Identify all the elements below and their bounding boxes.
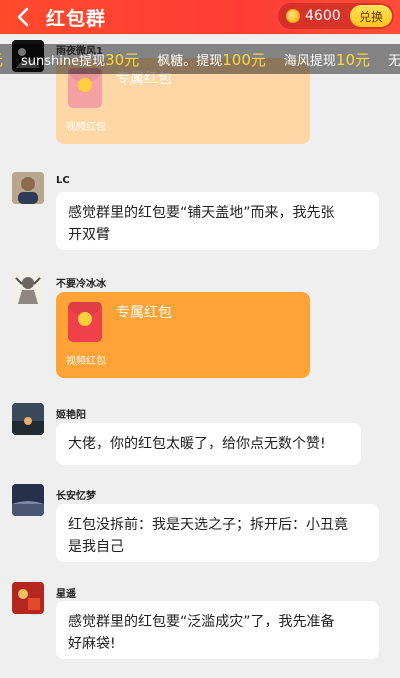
- sender-name: 姬艳阳: [56, 410, 86, 421]
- coin-icon: [286, 9, 300, 23]
- message-text: 好麻袋!: [68, 636, 116, 652]
- message-text: 是我自己: [68, 539, 124, 555]
- message-bubble: 感觉群里的红包要“泛滥成灾”了，我先准备 好麻袋!: [56, 601, 379, 659]
- red-packet-title: 专属红包: [116, 305, 172, 321]
- top-bar: 红包群 4600 兑换: [0, 0, 400, 34]
- sender-name: 星遥: [56, 589, 76, 600]
- red-envelope-icon: [68, 302, 102, 342]
- avatar[interactable]: [12, 582, 44, 614]
- coin-balance: 4600 兑换: [278, 3, 394, 29]
- chevron-left-icon: [17, 7, 29, 27]
- message-text: 感觉群里的红包要“铺天盖地”而来，我先张: [68, 205, 335, 221]
- message-text: 大佬，你的红包太暖了，给你点无数个赞!: [68, 436, 326, 452]
- sender-name: 长安忆梦: [56, 491, 96, 502]
- avatar[interactable]: [12, 272, 44, 304]
- avatar[interactable]: [12, 403, 44, 435]
- page-title: 红包群: [46, 7, 107, 30]
- red-packet-card[interactable]: 专属红包 视频红包: [56, 292, 310, 378]
- ticker-item: 无忧无: [388, 53, 400, 69]
- message-bubble: 红包没拆前：我是天选之子；拆开后：小丑竟 是我自己: [56, 504, 379, 562]
- message-text: 感觉群里的红包要“泛滥成灾”了，我先准备: [68, 614, 335, 630]
- red-packet-subtitle: 视频红包: [66, 356, 106, 367]
- sender-name: 不要冷冰冰: [56, 279, 106, 290]
- ticker-item: 枫糖。提现 100元: [157, 50, 266, 69]
- sender-name: 雨夜微风1: [56, 46, 103, 57]
- avatar[interactable]: [12, 172, 44, 204]
- exchange-button[interactable]: 兑换: [350, 5, 392, 27]
- ticker-item: 元: [0, 49, 3, 70]
- message-text: 开双臂: [68, 227, 110, 243]
- red-envelope-icon: [68, 68, 102, 108]
- message-bubble: 感觉群里的红包要“铺天盖地”而来，我先张 开双臂: [56, 192, 379, 250]
- coin-amount: 4600: [305, 8, 341, 24]
- message-text: 红包没拆前：我是天选之子；拆开后：小丑竟: [68, 517, 348, 533]
- sender-name: LC: [56, 175, 70, 186]
- red-packet-subtitle: 视频红包: [66, 122, 106, 133]
- message-bubble: 大佬，你的红包太暖了，给你点无数个赞!: [56, 423, 361, 465]
- back-button[interactable]: [6, 0, 40, 34]
- avatar[interactable]: [12, 484, 44, 516]
- ticker-item: 海风提现 10元: [283, 50, 370, 69]
